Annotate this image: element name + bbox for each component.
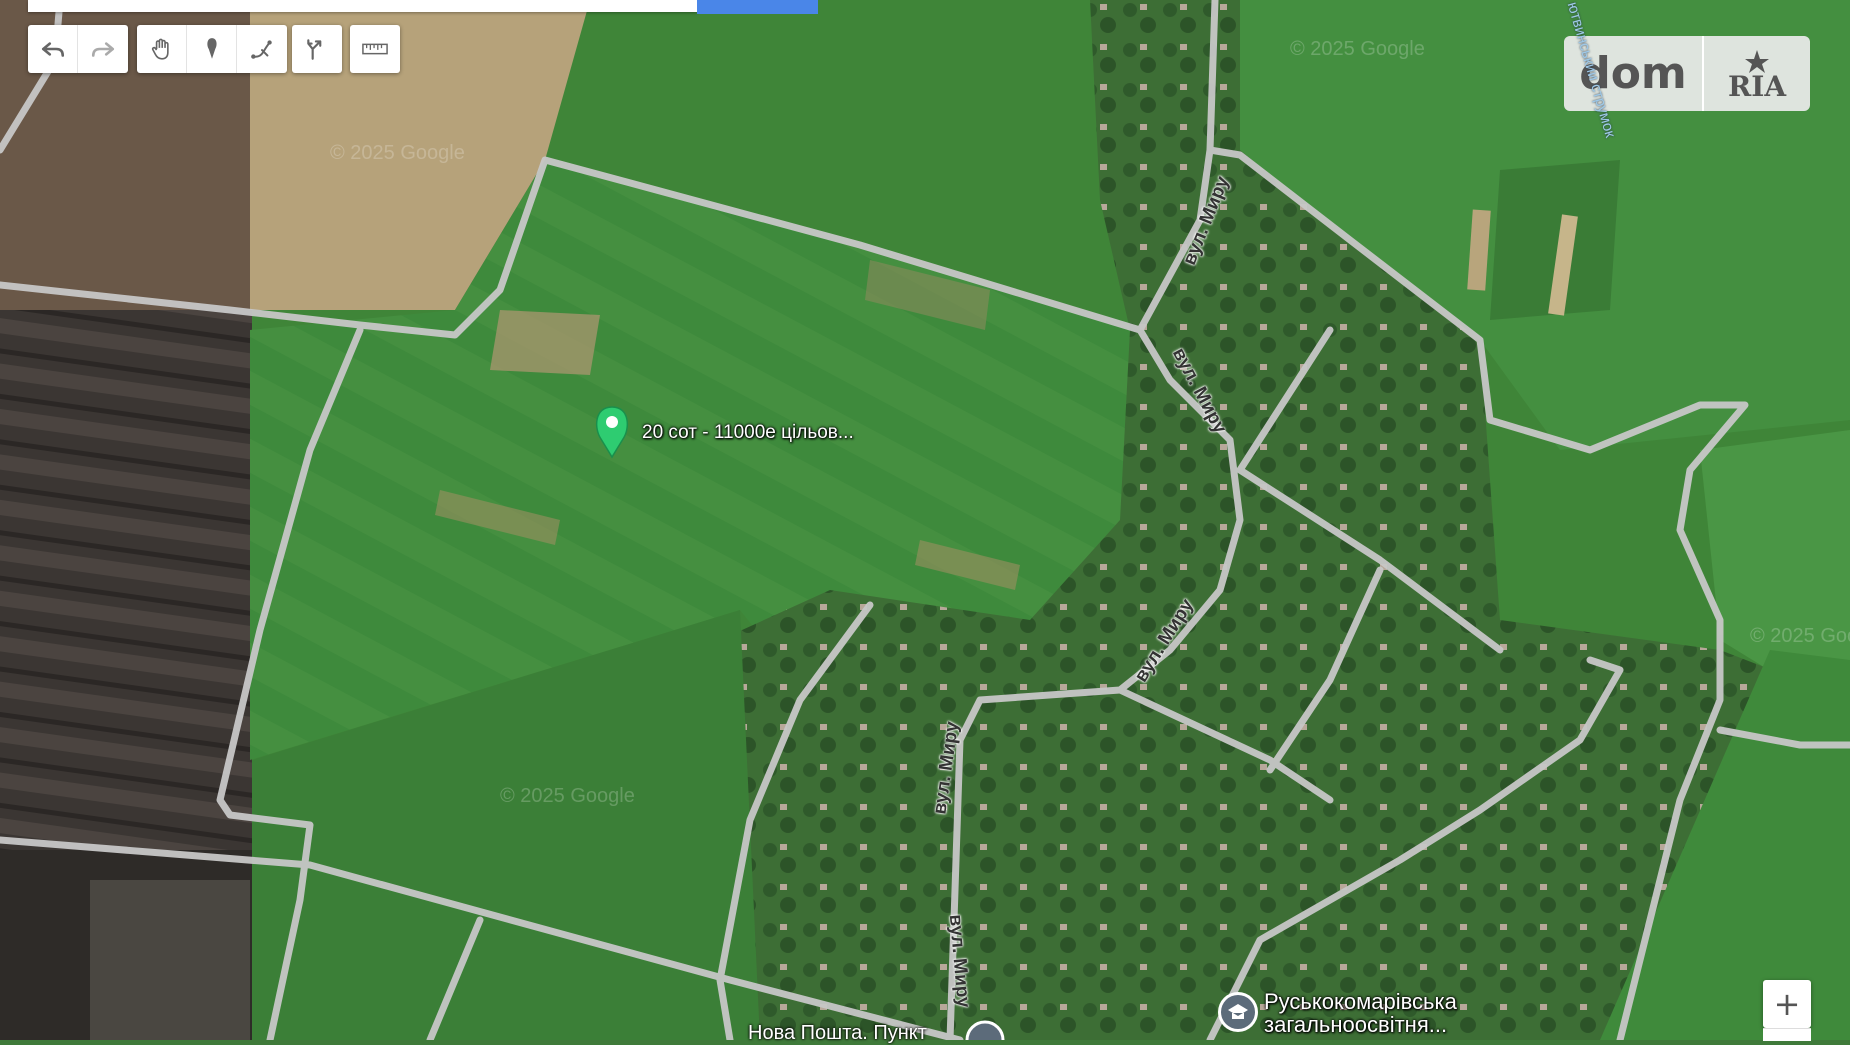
map-watermark: © 2025 Google — [1750, 625, 1850, 647]
zoom-in-button[interactable]: + — [1763, 980, 1811, 1028]
draw-route-button[interactable] — [292, 25, 342, 73]
ruler-icon — [362, 43, 388, 55]
undo-button[interactable] — [28, 25, 78, 73]
tools-group — [137, 25, 287, 73]
school-name-line2: загальноосвітня... — [1264, 1012, 1448, 1037]
draw-line-button[interactable] — [237, 25, 287, 73]
measure-group — [350, 25, 400, 73]
logo-ria-text: RIA — [1728, 70, 1787, 103]
redo-button[interactable] — [78, 25, 128, 73]
add-marker-button[interactable] — [187, 25, 237, 73]
school-poi-label[interactable]: Руськокомарівська загальноосвітня... — [1264, 990, 1457, 1036]
school-name-line1: Руськокомарівська — [1264, 989, 1457, 1014]
route-group — [292, 25, 342, 73]
map-watermark: © 2025 Google — [500, 785, 635, 807]
map-watermark: © 2025 Google — [330, 142, 465, 164]
logo-ria: RIA — [1704, 36, 1810, 111]
polyline-icon — [251, 40, 272, 59]
satellite-map[interactable] — [0, 0, 1850, 1040]
map-watermark: © 2025 Google — [1290, 38, 1425, 60]
route-icon — [307, 39, 322, 60]
ria-star-icon: RIA — [1728, 49, 1787, 103]
zoom-out-button[interactable] — [1763, 1028, 1811, 1041]
map-pin-icon — [206, 38, 217, 59]
marker-label[interactable]: 20 сот - 11000е цільов... — [642, 422, 854, 444]
measure-distance-button[interactable] — [350, 25, 400, 73]
history-group — [28, 25, 128, 73]
redo-icon — [91, 42, 115, 57]
post-office-label[interactable]: Нова Пошта. Пункт — [748, 1022, 927, 1045]
pan-button[interactable] — [137, 25, 187, 73]
search-input[interactable] — [28, 0, 697, 12]
hand-icon — [151, 38, 169, 60]
search-button[interactable] — [697, 0, 818, 14]
undo-icon — [41, 42, 64, 57]
